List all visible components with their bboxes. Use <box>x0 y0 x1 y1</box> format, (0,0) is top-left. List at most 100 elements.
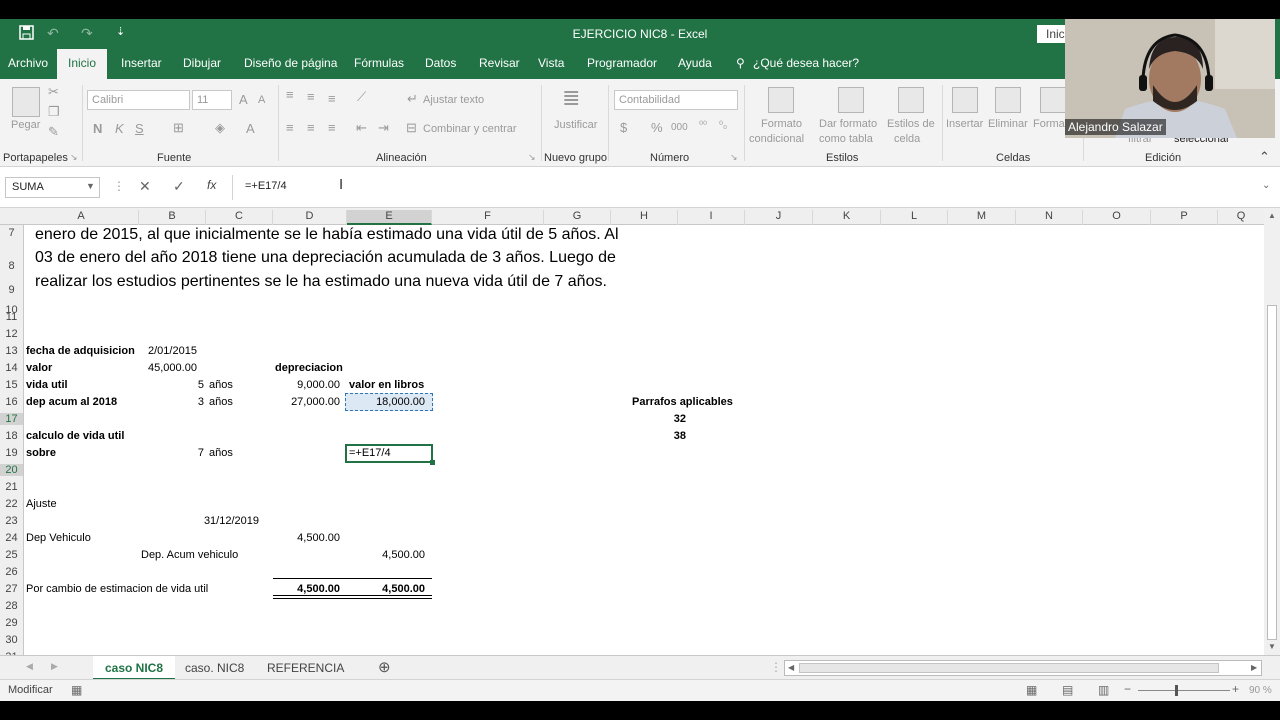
column-header[interactable]: K <box>813 210 881 225</box>
tab-ayuda[interactable]: Ayuda <box>678 56 712 70</box>
cell-a19[interactable]: calculo de vida util <box>26 430 124 442</box>
sheet-tab-referencia[interactable]: REFERENCIA <box>255 656 356 680</box>
italic-button[interactable]: K <box>115 121 124 136</box>
cancel-icon[interactable]: ✕ <box>139 178 151 195</box>
worksheet-grid[interactable]: 7 8 9 10 11 12 13 14 15 16 17 18 19 20 2… <box>0 225 1264 655</box>
column-header[interactable]: A <box>24 210 139 225</box>
underline-button[interactable]: S <box>135 121 144 136</box>
insert-function-icon[interactable]: fx <box>207 178 216 192</box>
launcher-icon[interactable]: ↘ <box>528 152 536 163</box>
row-header[interactable]: 30 <box>0 634 23 646</box>
vertical-scrollbar[interactable]: ▲ ▼ <box>1264 208 1280 655</box>
page-break-icon[interactable]: ▥ <box>1098 683 1109 697</box>
tab-revisar[interactable]: Revisar <box>479 56 520 70</box>
row-header[interactable]: 19 <box>0 447 23 459</box>
cell-b15[interactable]: 45,000.00 <box>148 362 197 374</box>
sheet-tab-caso-nic8-2[interactable]: caso. NIC8 <box>173 656 256 680</box>
merge-center-button[interactable]: Combinar y centrar <box>423 123 517 135</box>
cut-icon[interactable]: ✂ <box>48 84 59 100</box>
table-format-line2[interactable]: como tabla <box>819 133 873 145</box>
cell-b26[interactable]: Dep. Acum vehiculo <box>141 549 238 561</box>
prev-sheet-icon[interactable]: ◀ <box>26 661 33 672</box>
tab-diseno-pagina[interactable]: Diseño de página <box>244 56 337 70</box>
cell-d15[interactable]: depreciacion <box>275 362 343 374</box>
cell-d17[interactable]: 27,000.00 <box>273 396 340 408</box>
row-header[interactable]: 11 <box>0 311 23 323</box>
horizontal-scrollbar[interactable]: ◀ ▶ <box>784 660 1262 676</box>
zoom-in-icon[interactable]: + <box>1232 682 1239 696</box>
align-center-icon[interactable]: ≡ <box>307 120 315 135</box>
column-header[interactable]: F <box>432 210 544 225</box>
paste-icon[interactable] <box>12 87 40 117</box>
expand-formula-icon[interactable]: ⌄ <box>1262 180 1270 191</box>
hscroll-thumb[interactable] <box>799 663 1219 673</box>
insert-cells-icon[interactable] <box>952 87 978 113</box>
wrap-text-icon[interactable]: ↵ <box>407 91 418 107</box>
name-box-dropdown-icon[interactable]: ▼ <box>86 181 95 191</box>
decrease-indent-icon[interactable]: ⇤ <box>356 120 367 136</box>
font-size-select[interactable]: 11 <box>192 90 232 110</box>
next-sheet-icon[interactable]: ▶ <box>51 661 58 672</box>
row-header[interactable]: 12 <box>0 328 23 340</box>
cell-c16[interactable]: años <box>209 379 233 391</box>
column-header[interactable]: D <box>273 210 347 225</box>
align-middle-icon[interactable]: ≡ <box>307 89 315 104</box>
orientation-icon[interactable]: ⟋ <box>357 89 366 105</box>
row-header[interactable]: 18 <box>0 430 23 442</box>
comma-style-icon[interactable]: 000 <box>671 122 688 133</box>
cell-e26[interactable]: 4,500.00 <box>347 549 425 561</box>
tab-datos[interactable]: Datos <box>425 56 456 70</box>
justify-button[interactable]: Justificar <box>554 119 597 131</box>
launcher-icon[interactable]: ↘ <box>70 152 78 163</box>
column-header[interactable]: M <box>948 210 1016 225</box>
row-header[interactable]: 17 <box>0 413 23 425</box>
font-color-icon[interactable]: A <box>246 121 255 136</box>
column-header[interactable]: L <box>881 210 948 225</box>
zoom-out-icon[interactable]: − <box>1124 682 1131 696</box>
cond-format-line1[interactable]: Formato <box>761 118 802 130</box>
cell-a16[interactable]: vida util <box>26 379 68 391</box>
cell-a28[interactable]: Por cambio de estimacion de vida util <box>26 583 208 595</box>
row-header[interactable]: 22 <box>0 498 23 510</box>
cell-d16[interactable]: 9,000.00 <box>273 379 340 391</box>
merge-icon[interactable]: ⊟ <box>406 120 417 136</box>
cell-styles-line1[interactable]: Estilos de <box>887 118 935 130</box>
page-layout-icon[interactable]: ▤ <box>1062 683 1073 697</box>
font-name-select[interactable]: Calibri <box>87 90 190 110</box>
row-header[interactable]: 8 <box>0 260 23 272</box>
cell-c20[interactable]: años <box>209 447 233 459</box>
column-header[interactable]: P <box>1151 210 1218 225</box>
cell-a23[interactable]: Ajuste <box>26 498 57 510</box>
cell-a17[interactable]: dep acum al 2018 <box>26 396 117 408</box>
format-as-table-icon[interactable] <box>838 87 864 113</box>
add-sheet-icon[interactable]: ⊕ <box>378 658 391 676</box>
cell-d25[interactable]: 4,500.00 <box>273 532 340 544</box>
number-format-select[interactable]: Contabilidad <box>614 90 738 110</box>
align-bottom-icon[interactable]: ≡ <box>328 91 336 106</box>
cell-b14[interactable]: 2/01/2015 <box>148 345 197 357</box>
decrease-decimal-icon[interactable]: ⁰₀ <box>719 120 727 131</box>
tab-insertar[interactable]: Insertar <box>121 56 162 70</box>
column-header[interactable]: B <box>139 210 206 225</box>
tab-vista[interactable]: Vista <box>538 56 564 70</box>
cell-e20-editing[interactable]: =+E17/4 <box>349 447 391 459</box>
accounting-icon[interactable]: $ <box>620 120 627 135</box>
tab-archivo[interactable]: Archivo <box>8 56 48 70</box>
format-cells-button[interactable]: Forma <box>1033 118 1065 130</box>
delete-cells-icon[interactable] <box>995 87 1021 113</box>
collapse-ribbon-icon[interactable]: ⌃ <box>1259 149 1270 165</box>
row-header[interactable]: 28 <box>0 600 23 612</box>
cell-h18[interactable]: 32 <box>611 413 686 425</box>
cell-a20[interactable]: sobre <box>26 447 56 459</box>
cell-b17[interactable]: 3 <box>139 396 204 408</box>
increase-indent-icon[interactable]: ⇥ <box>378 120 389 136</box>
scroll-thumb[interactable] <box>1267 305 1277 640</box>
cell-d28[interactable]: 4,500.00 <box>273 583 340 595</box>
cell-e16[interactable]: valor en libros <box>349 379 424 391</box>
tab-formulas[interactable]: Fórmulas <box>354 56 404 70</box>
row-header[interactable]: 21 <box>0 481 23 493</box>
row-header[interactable]: 13 <box>0 345 23 357</box>
zoom-slider-thumb[interactable] <box>1175 685 1178 696</box>
scroll-down-icon[interactable]: ▼ <box>1268 642 1276 651</box>
column-header[interactable]: N <box>1016 210 1083 225</box>
